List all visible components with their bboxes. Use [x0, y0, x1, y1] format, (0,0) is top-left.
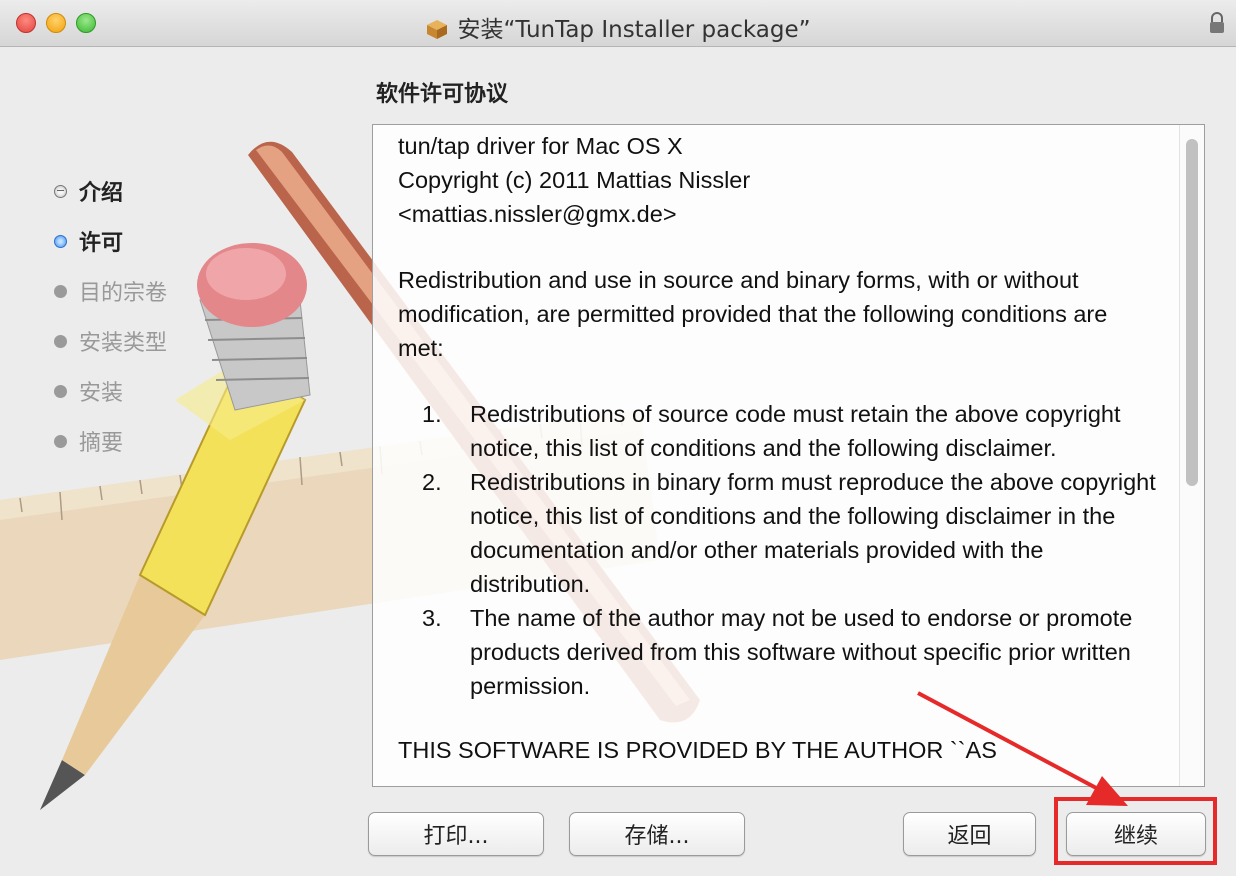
license-text-area[interactable]: tun/tap driver for Mac OS X Copyright (c… — [372, 124, 1205, 787]
list-text: The name of the author may not be used t… — [470, 605, 1133, 699]
vertical-scrollbar[interactable] — [1179, 125, 1204, 786]
package-icon — [427, 20, 448, 39]
license-conditions: 1. Redistributions of source code must re… — [398, 397, 1158, 703]
step-install: 安装 — [54, 366, 167, 416]
step-label: 目的宗卷 — [79, 281, 168, 306]
step-label: 安装 — [79, 381, 124, 406]
scrollbar-thumb[interactable] — [1186, 139, 1198, 486]
installer-steps: 介绍 许可 目的宗卷 安装类型 安装 摘要 — [54, 166, 167, 466]
step-installation-type: 安装类型 — [54, 316, 167, 366]
list-item: 2. Redistributions in binary form must re… — [398, 465, 1158, 601]
step-indicator — [54, 434, 67, 448]
lock-icon[interactable] — [1208, 12, 1226, 34]
window-title-group: 安装“TunTap Installer package” — [0, 10, 1236, 44]
back-button[interactable]: 返回 — [903, 812, 1036, 856]
title-bar[interactable]: 安装“TunTap Installer package” — [0, 0, 1236, 47]
step-label: 安装类型 — [79, 331, 168, 356]
step-license: 许可 — [54, 216, 167, 266]
step-summary: 摘要 — [54, 416, 167, 466]
license-line: <mattias.nissler@gmx.de> — [398, 201, 677, 227]
list-number: 3. — [422, 605, 442, 631]
step-indicator — [54, 284, 67, 298]
list-number: 1. — [422, 401, 442, 427]
license-intro: Redistribution and use in source and bin… — [398, 267, 1108, 361]
step-indicator — [54, 234, 67, 248]
license-line: Copyright (c) 2011 Mattias Nissler — [398, 167, 751, 193]
step-label: 介绍 — [79, 181, 124, 206]
license-text: tun/tap driver for Mac OS X Copyright (c… — [398, 129, 1158, 767]
step-introduction: 介绍 — [54, 166, 167, 216]
list-text: Redistributions in binary form must repr… — [470, 469, 1156, 597]
print-button[interactable]: 打印... — [368, 812, 544, 856]
step-label: 许可 — [79, 231, 124, 256]
list-text: Redistributions of source code must reta… — [470, 401, 1121, 461]
save-button[interactable]: 存储... — [569, 812, 745, 856]
step-label: 摘要 — [79, 431, 124, 456]
continue-highlight-box — [1054, 797, 1217, 865]
license-trailing-line: THIS SOFTWARE IS PROVIDED BY THE AUTHOR … — [398, 737, 997, 763]
step-indicator — [54, 384, 67, 398]
step-indicator — [54, 334, 67, 348]
list-item: 1. Redistributions of source code must re… — [398, 397, 1158, 465]
step-destination: 目的宗卷 — [54, 266, 167, 316]
page-heading: 软件许可协议 — [376, 82, 509, 107]
installer-window: 安装“TunTap Installer package” 软件许可协议 介绍 许… — [0, 0, 1236, 876]
window-title: 安装“TunTap Installer package” — [457, 17, 811, 43]
list-item: 3. The name of the author may not be used… — [398, 601, 1158, 703]
list-number: 2. — [422, 469, 442, 495]
license-line: tun/tap driver for Mac OS X — [398, 133, 683, 159]
step-indicator — [54, 184, 67, 198]
